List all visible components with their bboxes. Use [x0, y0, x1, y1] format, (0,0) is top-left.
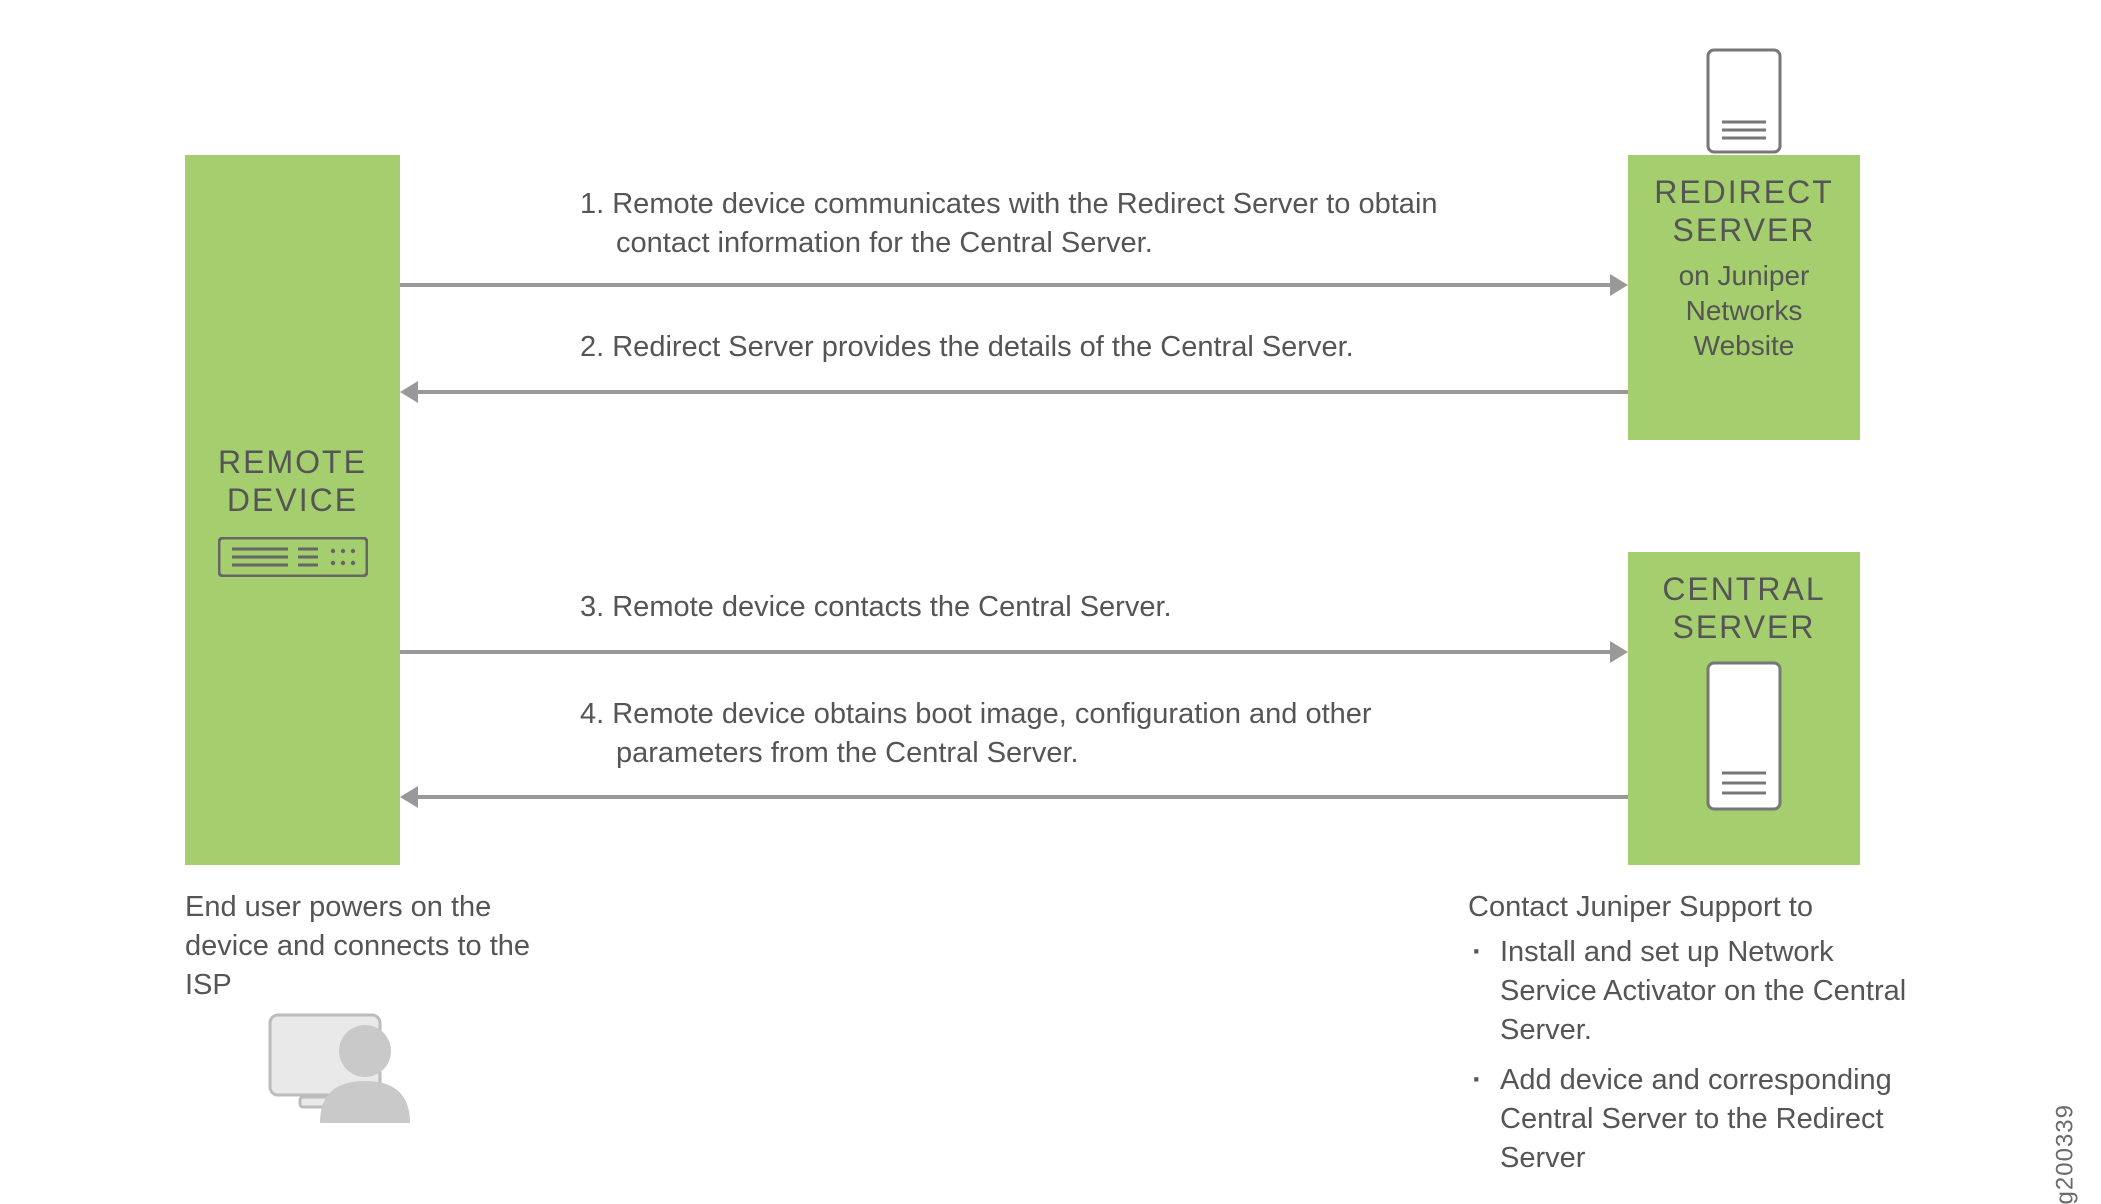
remote-device-box: REMOTE DEVICE [185, 155, 400, 865]
support-intro: Contact Juniper Support to [1468, 888, 1938, 927]
flow-step-1-label: 1. Remote device communicates with the R… [580, 185, 1496, 263]
central-title-line2: SERVER [1638, 608, 1850, 646]
central-server-box: CENTRAL SERVER [1628, 552, 1860, 865]
arrow-step-1 [400, 283, 1610, 287]
central-title-line1: CENTRAL [1638, 570, 1850, 608]
arrowhead-right-icon [1610, 641, 1628, 663]
end-user-caption: End user powers on the device and connec… [185, 888, 545, 1005]
remote-title-line2: DEVICE [227, 481, 358, 519]
server-tower-icon [1706, 661, 1782, 767]
diagram-id: g200339 [2051, 1104, 2079, 1204]
redirect-title-line2: SERVER [1638, 211, 1850, 249]
user-with-monitor-icon [260, 1005, 430, 1125]
redirect-title-line1: REDIRECT [1638, 173, 1850, 211]
server-tower-icon [1706, 48, 1782, 154]
redirect-server-box: REDIRECT SERVER on Juniper Networks Webs… [1628, 155, 1860, 440]
flow-step-3-label: 3. Remote device contacts the Central Se… [580, 588, 1516, 627]
arrowhead-left-icon [400, 381, 418, 403]
diagram-canvas: REMOTE DEVICE [0, 0, 2101, 1134]
support-bullet-2: Add device and corresponding Central Ser… [1498, 1061, 1938, 1178]
arrowhead-left-icon [400, 786, 418, 808]
remote-title-line1: REMOTE [218, 443, 367, 481]
rack-device-icon [218, 537, 368, 577]
arrowhead-right-icon [1610, 274, 1628, 296]
arrow-step-2 [418, 390, 1628, 394]
support-list: Contact Juniper Support to Install and s… [1468, 888, 1938, 1188]
redirect-sub-line3: Website [1638, 328, 1850, 363]
flow-step-2-label: 2. Redirect Server provides the details … [580, 328, 1566, 367]
redirect-sub-line2: Networks [1638, 293, 1850, 328]
redirect-sub-line1: on Juniper [1638, 258, 1850, 293]
arrow-step-3 [400, 650, 1610, 654]
arrow-step-4 [418, 795, 1628, 799]
flow-step-4-label: 4. Remote device obtains boot image, con… [580, 695, 1496, 773]
support-bullet-1: Install and set up Network Service Activ… [1498, 933, 1938, 1050]
